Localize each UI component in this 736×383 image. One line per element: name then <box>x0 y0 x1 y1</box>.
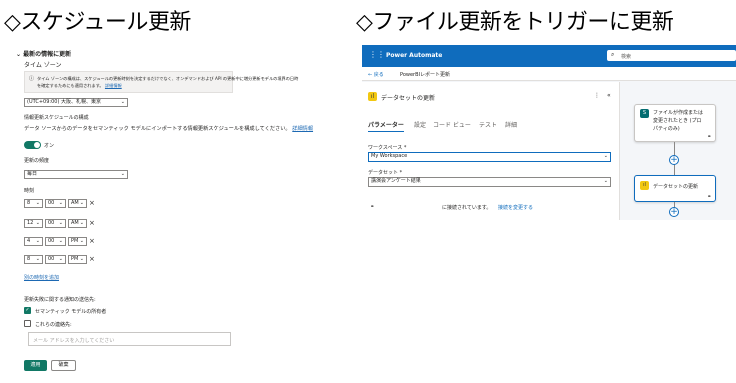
apply-button[interactable]: 適用 <box>24 360 47 371</box>
notify-label: 更新失敗に関する通知の送信先: <box>24 297 96 303</box>
workspace-label: ワークスペース * <box>368 145 407 151</box>
workspace-select[interactable]: My Workspace ⌄ <box>368 152 611 162</box>
refresh-toggle[interactable] <box>24 141 41 149</box>
add-step-icon[interactable]: + <box>669 207 679 217</box>
trigger-card[interactable]: S ファイルが作成または 変更されたとき (プロ パティのみ) ⚭ <box>634 104 716 142</box>
power-automate-window: ⋮⋮ Power Automate ⌕ 検索 ← 戻る PowerBIレポート更… <box>362 45 736 220</box>
powerbi-icon: ıl <box>640 181 649 190</box>
timezone-info-text: タイム ゾーンの構成は、スケジュールの更新時刻を決定するだけでなく、オンデマンド… <box>37 76 299 81</box>
email-input[interactable]: メール アドレスを入力してください <box>28 332 231 346</box>
add-step-icon[interactable]: + <box>669 155 679 165</box>
minute-select[interactable]: 00 ⌄ <box>45 219 66 228</box>
link-icon: ⚭ <box>370 204 375 210</box>
chevron-down-icon: ⌄ <box>120 99 125 105</box>
contacts-checkbox-label: これらの連絡先: <box>35 322 72 328</box>
hour-select[interactable]: 8 ⌄ <box>24 255 43 264</box>
timezone-info-link[interactable]: 詳細情報 <box>105 83 122 88</box>
tab-details[interactable]: 詳細 <box>505 120 517 129</box>
action-panel: ıl データセットの更新 ⋮ « パラメーター 設定 コード ビュー テスト 詳… <box>362 82 620 220</box>
remove-time-icon[interactable]: × <box>89 199 95 207</box>
remove-time-icon[interactable]: × <box>89 237 95 245</box>
tab-settings[interactable]: 設定 <box>414 120 426 129</box>
action-card[interactable]: ıl データセットの更新 ⚭ <box>634 175 716 202</box>
ampm-select[interactable]: PM ⌄ <box>68 255 87 264</box>
sharepoint-icon: S <box>640 109 649 118</box>
info-icon: ⓘ <box>29 76 35 82</box>
powerbi-icon: ıl <box>368 92 377 101</box>
chevron-down-icon: ⌄ <box>603 153 608 159</box>
back-button[interactable]: ← 戻る <box>368 71 384 78</box>
chevron-down-icon: ⌄ <box>603 178 608 184</box>
minute-select[interactable]: 00 ⌄ <box>45 255 66 264</box>
link-icon: ⚭ <box>707 194 712 200</box>
config-link[interactable]: 詳細情報 <box>292 126 313 132</box>
link-icon: ⚭ <box>707 134 712 140</box>
owner-checkbox[interactable]: ✓ <box>24 307 31 314</box>
collapse-chevron-icon: ⌄ <box>16 51 22 58</box>
hour-select[interactable]: 12 ⌄ <box>24 219 43 228</box>
connection-text: に接続されています。 <box>442 205 492 211</box>
change-connection-link[interactable]: 接続を変更する <box>498 204 533 211</box>
tab-test[interactable]: テスト <box>479 120 497 129</box>
time-row: 12 ⌄ 00 ⌄ AM ⌄ × <box>24 219 95 229</box>
dataset-select[interactable]: 講演会アンケート結果 ⌄ <box>368 177 611 187</box>
search-input[interactable]: ⌕ 検索 <box>607 50 736 61</box>
dataset-label: データセット * <box>368 170 403 176</box>
time-row: 8 ⌄ 00 ⌄ AM ⌄ × <box>24 199 95 209</box>
tab-parameters[interactable]: パラメーター <box>368 120 404 132</box>
search-icon: ⌕ <box>611 51 615 58</box>
left-heading: ◇スケジュール更新 <box>4 10 191 35</box>
app-name: Power Automate <box>386 52 443 59</box>
more-options-icon[interactable]: ⋮ <box>594 92 600 99</box>
config-desc: データ ソースからのデータをセマンティック モデルにインポートする情報更新スケジ… <box>24 126 314 132</box>
minute-select[interactable]: 00 ⌄ <box>45 237 66 246</box>
remove-time-icon[interactable]: × <box>89 255 95 263</box>
top-bar: ⋮⋮ Power Automate ⌕ 検索 <box>362 45 736 67</box>
timezone-info-box: ⓘ タイム ゾーンの構成は、スケジュールの更新時刻を決定するだけでなく、オンデマ… <box>24 71 298 93</box>
panel-title: データセットの更新 <box>381 95 436 102</box>
remove-time-icon[interactable]: × <box>89 219 95 227</box>
time-row: 4 ⌄ 00 ⌄ PM ⌄ × <box>24 237 95 247</box>
add-time-link[interactable]: 別の時刻を追加 <box>24 274 59 281</box>
chevron-down-icon: ⌄ <box>120 171 125 177</box>
config-label: 情報更新スケジュールの構成 <box>24 115 89 121</box>
contacts-checkbox[interactable] <box>24 320 31 327</box>
time-row: 8 ⌄ 00 ⌄ PM ⌄ × <box>24 255 95 265</box>
ampm-select[interactable]: AM ⌄ <box>68 219 87 228</box>
collapse-panel-icon[interactable]: « <box>607 92 611 99</box>
ampm-select[interactable]: AM ⌄ <box>68 199 87 208</box>
command-bar: ← 戻る PowerBIレポート更新 <box>362 67 736 81</box>
ampm-select[interactable]: PM ⌄ <box>68 237 87 246</box>
timezone-select[interactable]: (UTC+09:00) 大阪、札幌、東京 ⌄ <box>24 98 128 107</box>
right-heading: ◇ファイル更新をトリガーに更新 <box>356 10 674 35</box>
time-label: 時刻 <box>24 188 35 194</box>
toggle-label: オン <box>44 143 55 149</box>
minute-select[interactable]: 00 ⌄ <box>45 199 66 208</box>
flow-name: PowerBIレポート更新 <box>400 72 451 78</box>
owner-checkbox-label: セマンティック モデルの所有者 <box>35 309 107 315</box>
section-title[interactable]: ⌄ 最新の情報に更新 <box>16 49 71 58</box>
timezone-label: タイム ゾーン <box>24 62 62 69</box>
app-launcher-icon[interactable]: ⋮⋮ <box>369 50 385 59</box>
frequency-select[interactable]: 毎日 ⌄ <box>24 170 128 179</box>
tab-code-view[interactable]: コード ビュー <box>433 120 471 129</box>
frequency-label: 更新の頻度 <box>24 158 50 164</box>
hour-select[interactable]: 4 ⌄ <box>24 237 43 246</box>
hour-select[interactable]: 8 ⌄ <box>24 199 43 208</box>
discard-button[interactable]: 破棄 <box>51 360 76 371</box>
timezone-info-text-2: を確定するためにも適用されます。 詳細情報 <box>37 83 122 88</box>
flow-canvas: S ファイルが作成または 変更されたとき (プロ パティのみ) ⚭ + ıl デ… <box>620 82 736 220</box>
